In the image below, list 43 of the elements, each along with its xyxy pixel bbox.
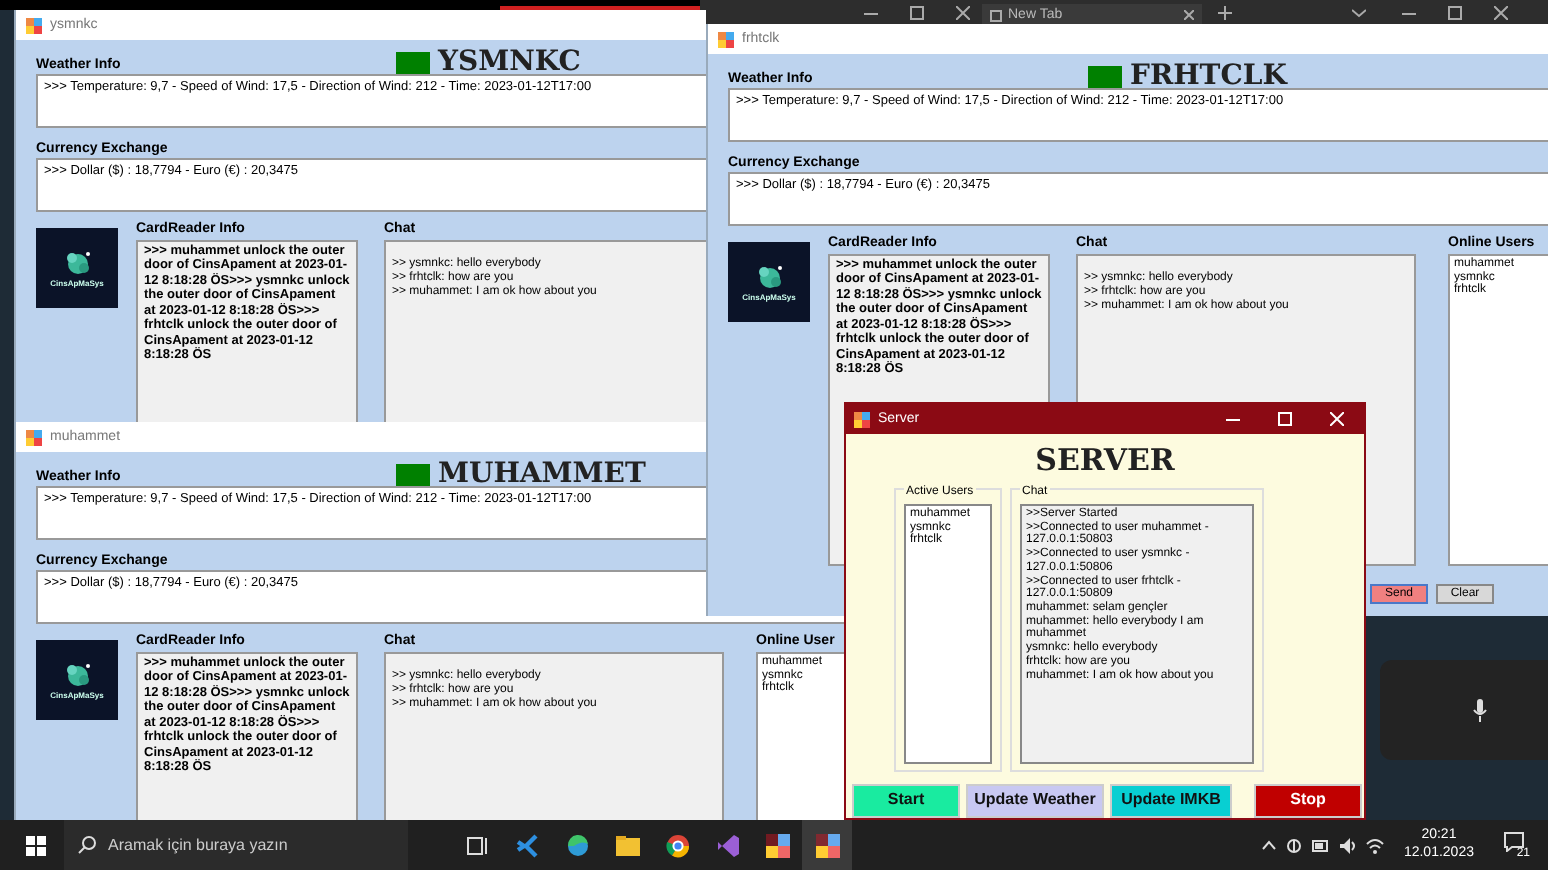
- app-icon: [26, 17, 42, 33]
- maximize-icon[interactable]: [1448, 6, 1462, 20]
- battery-icon[interactable]: [1311, 839, 1330, 851]
- search-field[interactable]: Aramak için buraya yazın: [64, 820, 408, 870]
- user-header: FRHTCLK: [1130, 62, 1287, 90]
- folder-icon[interactable]: [615, 833, 639, 857]
- plus-icon[interactable]: [1218, 6, 1232, 20]
- wifi-icon[interactable]: [1365, 837, 1384, 853]
- browser-icon[interactable]: [665, 833, 689, 857]
- server-button[interactable]: Update Weather: [966, 784, 1104, 818]
- speaker-icon[interactable]: [1339, 837, 1356, 853]
- server-button[interactable]: Start: [852, 784, 960, 818]
- gear-cluster-icon: [755, 263, 783, 289]
- close-icon[interactable]: [1184, 10, 1194, 20]
- status-square: [396, 463, 430, 485]
- user-header: YSMNKC: [438, 48, 581, 76]
- window-app-icon[interactable]: [765, 833, 789, 857]
- ribbon-icon[interactable]: [715, 833, 739, 857]
- gear-cluster-icon: [63, 661, 91, 687]
- microphone-icon[interactable]: [1472, 698, 1488, 722]
- status-square: [1088, 65, 1122, 87]
- status-square: [396, 51, 430, 73]
- gear-cluster-icon: [63, 249, 91, 275]
- server-button[interactable]: Update IMKB: [1110, 784, 1232, 818]
- caret-up-icon[interactable]: [1261, 840, 1276, 850]
- task-view-icon[interactable]: [465, 833, 489, 857]
- browser-icon[interactable]: [565, 833, 589, 857]
- notification-icon[interactable]: [1504, 831, 1524, 851]
- app-icon: [718, 31, 734, 47]
- search-placeholder: Aramak için buraya yazın: [108, 837, 288, 853]
- server-button[interactable]: Stop: [1254, 784, 1362, 818]
- app-icon: [854, 411, 870, 427]
- user-header: MUHAMMET: [438, 460, 646, 488]
- close-icon: [956, 6, 970, 20]
- maximize-icon: [910, 6, 924, 20]
- app-icon: [26, 429, 42, 445]
- code-editor-icon[interactable]: [515, 833, 539, 857]
- windows-logo-icon[interactable]: [26, 835, 46, 855]
- close-icon[interactable]: [1494, 6, 1508, 20]
- search-icon: [78, 836, 96, 854]
- page-icon: [990, 9, 1002, 21]
- window-app-icon[interactable]: [815, 833, 839, 857]
- chevron-down-icon[interactable]: [1352, 6, 1366, 20]
